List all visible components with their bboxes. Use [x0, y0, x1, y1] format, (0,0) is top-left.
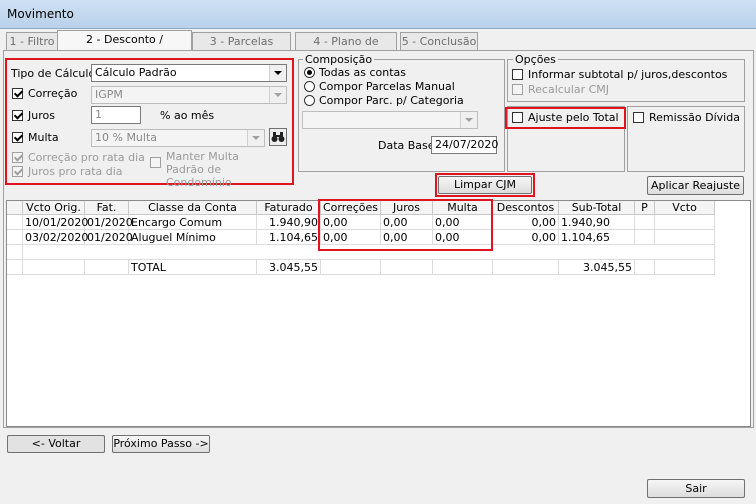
table-cell[interactable]: 01/2020: [85, 215, 133, 230]
title-bar: Movimento: [0, 0, 756, 29]
categoria-select[interactable]: [302, 111, 478, 129]
informar-subtotal-checkbox[interactable]: [512, 69, 523, 80]
radio-compor-manual-label: Compor Parcelas Manual: [319, 80, 455, 93]
tipo-calculo-label: Tipo de Cálculo: [11, 67, 96, 80]
correcao-pro-rata-label: Correção pro rata dia: [28, 151, 145, 164]
table-cell[interactable]: [655, 215, 715, 230]
correcao-value: IGPM: [95, 88, 123, 101]
row-indicator[interactable]: [7, 230, 23, 245]
total-cell: [655, 260, 715, 275]
tab-conclusao[interactable]: 5 - Conclusão: [400, 32, 478, 51]
col-classe-conta[interactable]: Classe da Conta: [129, 201, 257, 215]
multa-select[interactable]: 10 % Multa: [91, 129, 265, 147]
binoculars-icon[interactable]: [269, 128, 287, 146]
juros-unit: % ao mês: [160, 109, 215, 122]
row-indicator-header: [7, 201, 23, 215]
tab-parcelas[interactable]: 3 - Parcelas (doc's): [192, 32, 291, 66]
total-cell: [85, 260, 129, 275]
chevron-down-icon: [269, 65, 286, 81]
juros-pro-rata-label: Juros pro rata dia: [28, 165, 123, 178]
col-faturado[interactable]: Faturado: [257, 201, 321, 215]
cjm-columns-highlight: [318, 199, 493, 251]
radio-compor-categoria-label: Compor Parc. p/ Categoria: [319, 94, 464, 107]
correcao-pro-rata-checkbox[interactable]: [12, 152, 23, 163]
table-cell[interactable]: 03/02/2020: [23, 230, 88, 245]
total-cell: [493, 260, 559, 275]
remissao-divida-label: Remissão Dívida: [649, 111, 740, 124]
multa-value: 10 % Multa: [95, 131, 158, 144]
juros-label: Juros: [28, 109, 55, 122]
sair-button[interactable]: Sair: [647, 479, 745, 498]
col-descontos[interactable]: Descontos: [493, 201, 559, 215]
total-label: TOTAL: [129, 260, 257, 275]
radio-compor-categoria[interactable]: [304, 95, 315, 106]
manter-multa-label: Manter Multa Padrão de Condomínio: [166, 150, 239, 189]
tab-plano-baixas[interactable]: 4 - Plano de Baixas: [295, 32, 397, 66]
table-cell[interactable]: 01/2020: [85, 230, 133, 245]
col-subtotal[interactable]: Sub-Total: [559, 201, 635, 215]
juros-checkbox[interactable]: [12, 110, 23, 121]
aplicar-reajuste-button[interactable]: Aplicar Reajuste: [647, 176, 744, 195]
table-cell[interactable]: Encargo Comum: [129, 215, 257, 230]
composicao-legend: Composição: [303, 53, 375, 66]
table-cell[interactable]: [635, 230, 655, 245]
table-cell[interactable]: 1.940,90: [257, 215, 321, 230]
ajuste-total-checkbox[interactable]: [512, 112, 523, 123]
total-cell: [381, 260, 433, 275]
col-vcto[interactable]: Vcto: [655, 201, 715, 215]
juros-pro-rata-checkbox[interactable]: [12, 166, 23, 177]
total-subtotal: 3.045,55: [559, 260, 635, 275]
radio-todas-contas-label: Todas as contas: [319, 66, 407, 79]
table-cell[interactable]: 0,00: [493, 230, 559, 245]
ajuste-total-label: Ajuste pelo Total: [528, 111, 619, 124]
correcao-label: Correção: [28, 87, 78, 100]
data-base-input[interactable]: 24/07/2020: [431, 136, 498, 154]
juros-input[interactable]: 1: [91, 106, 141, 124]
chevron-down-icon: [460, 112, 477, 128]
remissao-divida-checkbox[interactable]: [633, 112, 644, 123]
multa-checkbox[interactable]: [12, 132, 23, 143]
total-cell: [635, 260, 655, 275]
recalcular-cmj-checkbox[interactable]: [512, 84, 523, 95]
col-vcto-orig[interactable]: Vcto Orig.: [23, 201, 85, 215]
chevron-down-icon: [269, 87, 286, 103]
col-fat[interactable]: Fat.: [85, 201, 129, 215]
tipo-calculo-value: Cálculo Padrão: [95, 66, 177, 79]
multa-label: Multa: [28, 131, 59, 144]
correcao-select[interactable]: IGPM: [91, 86, 287, 104]
chevron-down-icon: [247, 130, 264, 146]
row-indicator: [7, 260, 23, 275]
opcoes-legend: Opções: [513, 53, 558, 66]
col-p[interactable]: P: [635, 201, 655, 215]
radio-todas-contas[interactable]: [304, 67, 315, 78]
tipo-calculo-select[interactable]: Cálculo Padrão: [91, 64, 287, 82]
table-cell[interactable]: 0,00: [493, 215, 559, 230]
table-cell[interactable]: [635, 215, 655, 230]
window-title: Movimento: [7, 7, 74, 21]
tab-filtro[interactable]: 1 - Filtro: [6, 32, 58, 51]
row-indicator[interactable]: [7, 215, 23, 230]
voltar-button[interactable]: <- Voltar: [7, 435, 105, 453]
table-cell[interactable]: Aluguel Mínimo: [129, 230, 257, 245]
data-base-label: Data Base: [378, 139, 435, 152]
total-cell: [321, 260, 381, 275]
table-cell[interactable]: 1.104,65: [559, 230, 635, 245]
table-cell[interactable]: 10/01/2020: [23, 215, 88, 230]
radio-compor-manual[interactable]: [304, 81, 315, 92]
manter-multa-checkbox[interactable]: [150, 157, 161, 168]
table-cell[interactable]: 1.940,90: [559, 215, 635, 230]
correcao-checkbox[interactable]: [12, 88, 23, 99]
recalcular-cmj-label: Recalcular CMJ: [528, 83, 610, 96]
total-faturado: 3.045,55: [257, 260, 321, 275]
total-cell: [433, 260, 493, 275]
table-cell[interactable]: [655, 230, 715, 245]
informar-subtotal-label: Informar subtotal p/ juros,descontos: [528, 68, 728, 81]
total-cell: [23, 260, 85, 275]
proximo-passo-button[interactable]: Próximo Passo ->: [112, 435, 210, 453]
row-indicator[interactable]: [7, 245, 23, 260]
tab-desconto-acrescimo[interactable]: 2 - Desconto / Acréscimo: [57, 30, 192, 64]
table-cell[interactable]: 1.104,65: [257, 230, 321, 245]
limpar-cjm-button[interactable]: Limpar CJM: [438, 176, 532, 194]
